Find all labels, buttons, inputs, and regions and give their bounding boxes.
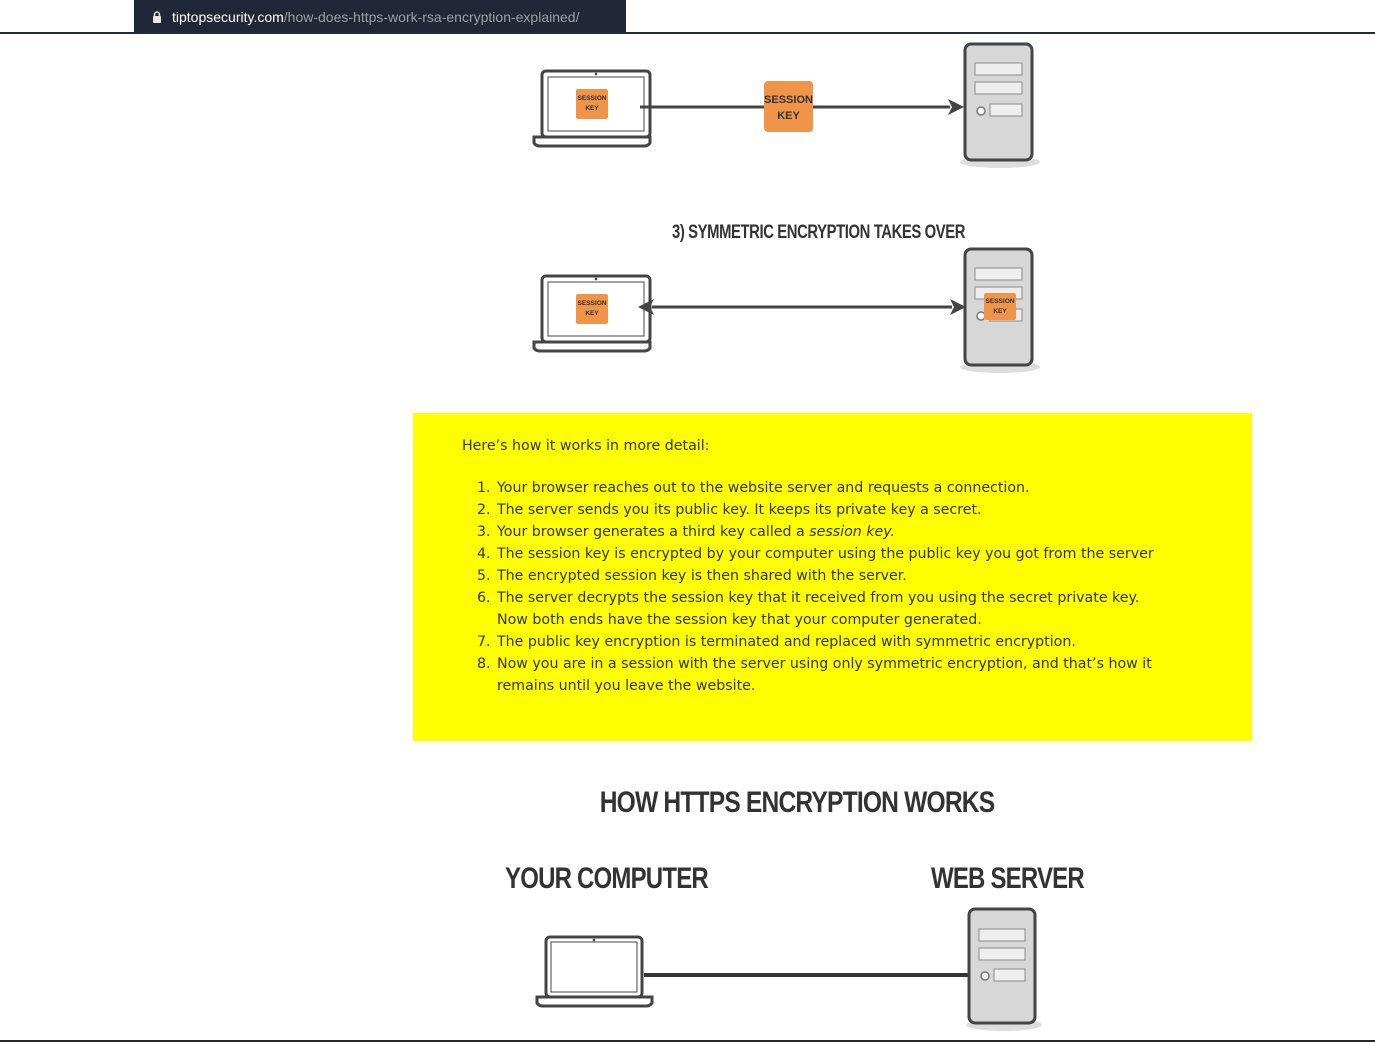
server-icon bbox=[966, 907, 1042, 1031]
list-item: Your browser generates a third key calle… bbox=[495, 521, 1155, 543]
list-item: Now you are in a session with the server… bbox=[495, 653, 1155, 697]
server-icon: SESSION KEY bbox=[960, 247, 1040, 373]
list-item: The server decrypts the session key that… bbox=[495, 587, 1155, 631]
list-item: The public key encryption is terminated … bbox=[495, 631, 1155, 653]
svg-text:SESSION: SESSION bbox=[764, 94, 813, 106]
web-server-label: WEB SERVER bbox=[931, 862, 1085, 895]
https-diagram-title: HOW HTTPS ENCRYPTION WORKS bbox=[599, 786, 995, 819]
https-steps-callout: Here’s how it works in more detail: Your… bbox=[413, 413, 1252, 741]
symmetric-encryption-caption: 3) SYMMETRIC ENCRYPTION TAKES OVER bbox=[672, 222, 966, 243]
laptop-icon bbox=[535, 935, 654, 1008]
session-key-emphasis: session key. bbox=[809, 524, 895, 540]
callout-intro: Here’s how it works in more detail: bbox=[462, 438, 710, 454]
session-key-in-transit: SESSION KEY bbox=[764, 81, 813, 132]
laptop-icon: SESSION KEY bbox=[532, 274, 652, 353]
server-icon bbox=[960, 42, 1040, 168]
address-bar[interactable]: tiptopsecurity.com/how-does-https-work-r… bbox=[134, 0, 626, 33]
svg-text:KEY: KEY bbox=[777, 110, 800, 122]
svg-text:SESSION: SESSION bbox=[986, 298, 1015, 305]
page-divider bbox=[0, 32, 1375, 34]
svg-text:KEY: KEY bbox=[585, 105, 599, 112]
your-computer-label: YOUR COMPUTER bbox=[505, 862, 709, 895]
list-item: The server sends you its public key. It … bbox=[495, 499, 1155, 521]
page-divider bbox=[0, 1040, 1375, 1042]
lock-icon[interactable] bbox=[142, 10, 172, 23]
session-key-transfer-diagram: SESSION KEY SESSION KEY bbox=[532, 42, 1040, 168]
list-item: The session key is encrypted by your com… bbox=[495, 543, 1155, 565]
laptop-icon: SESSION KEY bbox=[532, 69, 652, 148]
https-steps-list: Your browser reaches out to the website … bbox=[462, 477, 1155, 697]
svg-text:KEY: KEY bbox=[993, 308, 1007, 315]
symmetric-encryption-diagram: SESSION KEY SESSION KEY bbox=[532, 247, 1040, 373]
https-encryption-diagram bbox=[535, 907, 1042, 1031]
url-text[interactable]: tiptopsecurity.com/how-does-https-work-r… bbox=[172, 9, 579, 25]
svg-text:SESSION: SESSION bbox=[578, 300, 607, 307]
list-item: Your browser reaches out to the website … bbox=[495, 477, 1155, 499]
list-item: The encrypted session key is then shared… bbox=[495, 565, 1155, 587]
laptop-session-key-badge: SESSION bbox=[578, 95, 607, 102]
svg-text:KEY: KEY bbox=[585, 310, 599, 317]
